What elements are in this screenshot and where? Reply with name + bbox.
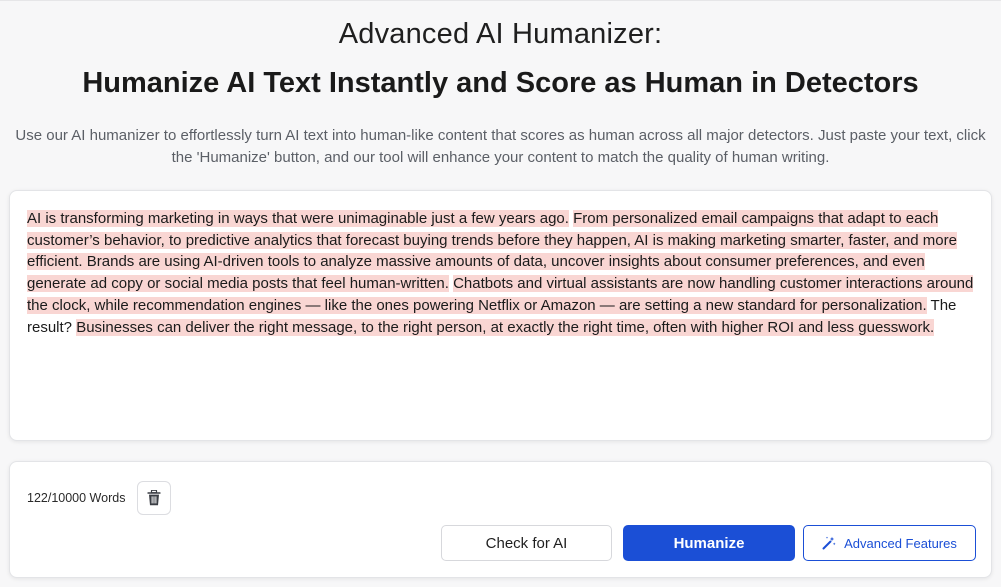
magic-wand-icon <box>822 536 836 550</box>
check-for-ai-button[interactable]: Check for AI <box>441 525 612 561</box>
flagged-ai-sentence: Businesses can deliver the right message… <box>76 318 935 336</box>
advanced-features-button[interactable]: Advanced Features <box>803 525 976 561</box>
editor-content[interactable]: AI is transforming marketing in ways tha… <box>27 208 977 338</box>
advanced-features-label: Advanced Features <box>844 535 957 551</box>
top-divider <box>0 0 1001 1</box>
word-count: 122/10000 Words <box>27 491 126 505</box>
page-description: Use our AI humanizer to effortlessly tur… <box>15 127 986 166</box>
humanize-button[interactable]: Humanize <box>623 525 795 561</box>
page-title: Advanced AI Humanizer: <box>338 18 663 50</box>
page-subtitle: Humanize AI Text Instantly and Score as … <box>82 67 919 99</box>
trash-icon <box>147 490 161 506</box>
clear-text-button[interactable] <box>137 481 171 515</box>
controls-panel: 122/10000 Words Check for AI Humanize Ad… <box>9 461 992 578</box>
flagged-ai-sentence: AI is transforming marketing in ways tha… <box>27 210 569 227</box>
text-editor[interactable]: AI is transforming marketing in ways tha… <box>9 190 992 441</box>
